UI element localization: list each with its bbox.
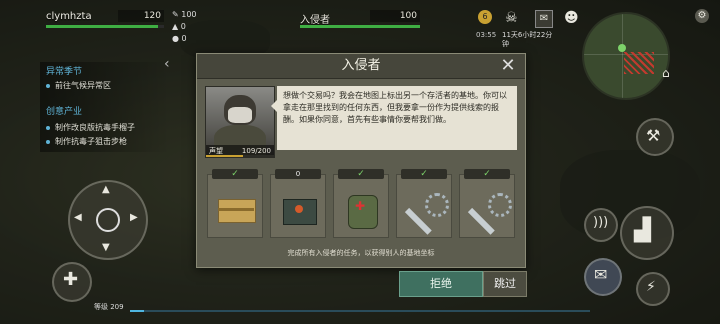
task-item-saw-machete-2[interactable]: ✓ xyxy=(459,169,515,238)
collapse-arrow-icon[interactable]: ‹ xyxy=(164,56,170,72)
settings-gear-icon[interactable]: ⚙ xyxy=(695,9,709,23)
joystick-left-arrow-icon: ◀ xyxy=(74,212,82,223)
player-rank-label: 等级 209 xyxy=(94,303,124,311)
skull-icon[interactable]: ☠ xyxy=(505,10,518,26)
joystick-up-arrow-icon: ▲ xyxy=(102,184,110,195)
task-status-check: ✓ xyxy=(338,169,384,179)
quest-item-2[interactable]: 制作改良版抗毒手榴子 xyxy=(46,122,135,133)
skip-button[interactable]: 跳过 xyxy=(483,271,527,297)
craft-button[interactable]: ⚒ xyxy=(636,118,674,156)
chat-bubble-icon: ✉ xyxy=(594,265,608,284)
joystick-down-arrow-icon: ▼ xyxy=(102,242,110,253)
sound-waves-icon: ))) xyxy=(593,215,609,230)
pistol-icon: ▟ xyxy=(634,218,651,243)
player-level: 120 xyxy=(118,10,164,22)
quest-item-3[interactable]: 制作抗毒子狙击步枪 xyxy=(46,136,127,147)
reputation-bar xyxy=(206,155,274,157)
minimap[interactable] xyxy=(582,12,670,100)
enemy-hp: 100 xyxy=(370,10,420,22)
quest-item-1[interactable]: 前往气候异常区 xyxy=(46,80,111,91)
quest-header-2: 创意产业 xyxy=(46,107,83,117)
enemy-health-bar xyxy=(300,25,420,28)
attack-button[interactable]: ▟ xyxy=(620,206,674,260)
player-stat-row-1: ✎ 100 xyxy=(172,10,197,19)
medic-backpack-icon: ✚ xyxy=(340,189,384,233)
close-icon[interactable]: ✕ xyxy=(499,57,517,75)
clock-time: 03:55 xyxy=(476,31,497,39)
task-item-saw-machete[interactable]: ✓ xyxy=(396,169,452,238)
saw-machete-icon xyxy=(403,189,449,235)
player-name: clymhzta xyxy=(46,11,92,22)
sound-button[interactable]: ))) xyxy=(584,208,618,242)
heal-button[interactable]: ✚ xyxy=(52,262,92,302)
player-stat-row-2: ▲ 0 xyxy=(172,22,186,31)
task-status-count: 0 xyxy=(275,169,321,179)
player-stat-row-3: ● 0 xyxy=(172,34,187,43)
mail-icon[interactable]: ✉ xyxy=(535,10,553,28)
explosive-charge-icon xyxy=(277,189,321,233)
knife-icon: ✎ xyxy=(172,10,179,19)
enemy-name: 入侵者 xyxy=(300,15,330,26)
invader-dialog: 入侵者 ✕ 声望 109/200 想做个交易吗？我会在地图上标出另一个存活者的基地… xyxy=(196,53,526,268)
crossed-tools-icon: ⚒ xyxy=(646,126,661,145)
supply-crate-icon xyxy=(214,189,258,233)
water-icon: ● xyxy=(172,34,179,43)
player-map-marker xyxy=(618,44,626,52)
reject-button[interactable]: 拒绝 xyxy=(399,271,483,297)
danger-zone-marker xyxy=(624,52,654,74)
speech-bubble: 想做个交易吗？我会在地图上标出另一个存活者的基地。你可以拿走在那里找到的任何东西… xyxy=(271,86,517,150)
quest-panel[interactable]: 异常季节 前往气候异常区 创意产业 制作改良版抗毒手榴子 制作抗毒子狙击步枪 xyxy=(40,62,170,152)
experience-bar xyxy=(130,310,590,312)
task-item-explosive-charge[interactable]: 0 xyxy=(270,169,326,238)
invader-portrait: 声望 109/200 xyxy=(205,86,275,158)
plus-cross-icon: ✚ xyxy=(63,269,79,290)
task-item-supply-crate[interactable]: ✓ xyxy=(207,169,263,238)
saw-machete-icon xyxy=(466,189,512,235)
task-item-medic-backpack[interactable]: ✓ ✚ xyxy=(333,169,389,238)
drop-icon: ▲ xyxy=(172,22,179,31)
running-man-icon: ⚡ xyxy=(646,279,656,295)
player-health-bar xyxy=(46,25,164,28)
dialog-footer-hint: 完成所有入侵者的任务，以获得别人的基地坐标 xyxy=(287,249,435,257)
friends-icon[interactable]: ☻ xyxy=(564,10,579,26)
task-status-check: ✓ xyxy=(401,169,447,179)
movement-joystick[interactable]: ▲ ▼ ◀ ▶ xyxy=(68,180,148,260)
level-badge[interactable]: 6 xyxy=(478,10,492,24)
quest-header-1: 异常季节 xyxy=(46,67,83,77)
chat-button[interactable]: ✉ xyxy=(584,258,622,296)
task-status-check: ✓ xyxy=(464,169,510,179)
joystick-knob[interactable] xyxy=(96,208,120,232)
sprint-button[interactable]: ⚡ xyxy=(636,272,670,306)
day-counter: 11天6小时22分钟 xyxy=(502,31,553,48)
map-toggle-icon[interactable]: ⌂ xyxy=(662,66,670,80)
dialog-title: 入侵者 xyxy=(197,54,525,79)
task-status-check: ✓ xyxy=(212,169,258,179)
joystick-right-arrow-icon: ▶ xyxy=(130,212,138,223)
portrait-mask xyxy=(228,107,252,123)
